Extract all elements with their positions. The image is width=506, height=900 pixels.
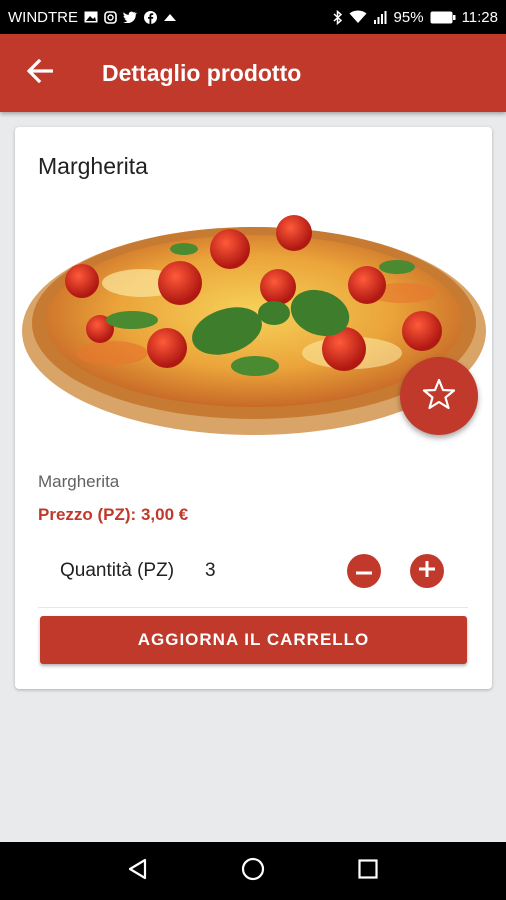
product-card: Margherita Margherita Prezzo (PZ): 3,00 … (15, 127, 492, 689)
favorite-button[interactable] (400, 357, 478, 435)
quantity-value: 3 (205, 560, 216, 581)
status-bar: WINDTRE 95% 11:28 (0, 0, 506, 34)
status-bar-right: 95% 11:28 (333, 9, 498, 26)
carrier-name: WINDTRE (8, 8, 78, 26)
instagram-icon (104, 10, 117, 24)
divider (38, 607, 468, 608)
back-triangle-icon (127, 858, 149, 885)
bluetooth-icon (333, 9, 343, 25)
app-bar: Dettaglio prodotto (0, 34, 506, 112)
gallery-icon (84, 11, 98, 23)
cloud-icon (163, 12, 177, 22)
arrow-back-icon (26, 58, 54, 88)
nav-home-button[interactable] (228, 846, 278, 896)
decrease-quantity-button[interactable] (347, 554, 381, 588)
facebook-icon (144, 10, 157, 24)
quantity-label: Quantità (PZ) (60, 560, 175, 581)
recents-square-icon (358, 858, 378, 884)
plus-circle-icon (419, 560, 435, 582)
page-title: Dettaglio prodotto (102, 59, 302, 86)
product-name: Margherita (38, 472, 120, 491)
update-cart-button[interactable]: AGGIORNA IL CARRELLO (40, 616, 467, 664)
clock: 11:28 (461, 8, 498, 26)
signal-icon (373, 10, 388, 24)
battery-percent: 95% (393, 8, 424, 26)
product-title: Margherita (38, 153, 148, 179)
star-outline-icon (422, 378, 456, 415)
product-price: Prezzo (PZ): 3,00 € (38, 505, 189, 524)
wifi-icon (349, 10, 367, 24)
nav-recents-button[interactable] (343, 846, 393, 896)
home-circle-icon (241, 857, 265, 886)
system-nav-bar (0, 842, 506, 900)
nav-back-button[interactable] (113, 846, 163, 896)
twitter-icon (123, 11, 138, 23)
battery-icon (430, 11, 456, 24)
status-bar-left: WINDTRE (8, 9, 177, 26)
minus-circle-icon (356, 562, 372, 580)
back-button[interactable] (10, 43, 70, 103)
increase-quantity-button[interactable] (410, 554, 444, 588)
